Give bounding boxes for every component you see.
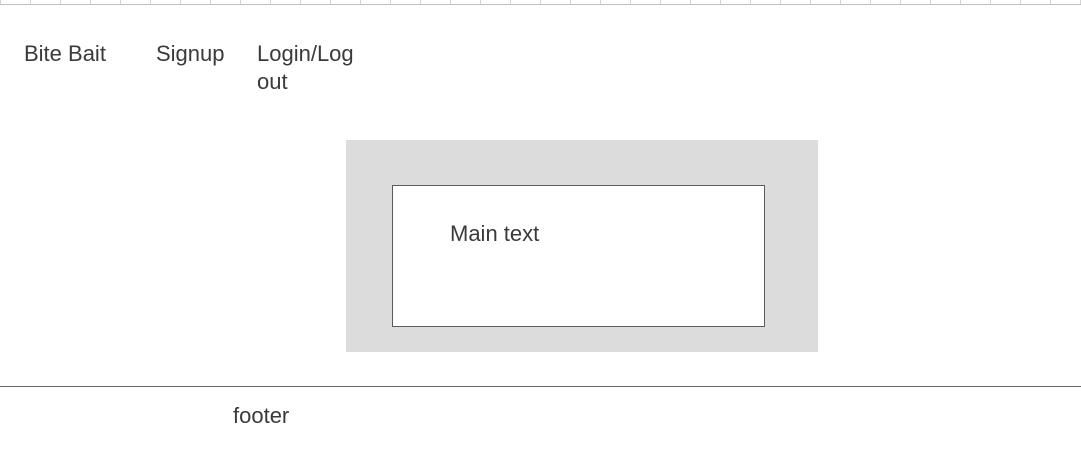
footer-text: footer xyxy=(233,403,290,428)
brand-link[interactable]: Bite Bait xyxy=(24,40,106,68)
main-content-box: Main text xyxy=(392,185,765,327)
signup-link[interactable]: Signup xyxy=(156,40,225,68)
top-ruler xyxy=(0,0,1081,5)
main-text: Main text xyxy=(450,221,540,246)
footer-divider xyxy=(0,386,1081,387)
hero-panel: Main text xyxy=(346,140,818,352)
login-logout-link[interactable]: Login/Log out xyxy=(257,40,387,96)
